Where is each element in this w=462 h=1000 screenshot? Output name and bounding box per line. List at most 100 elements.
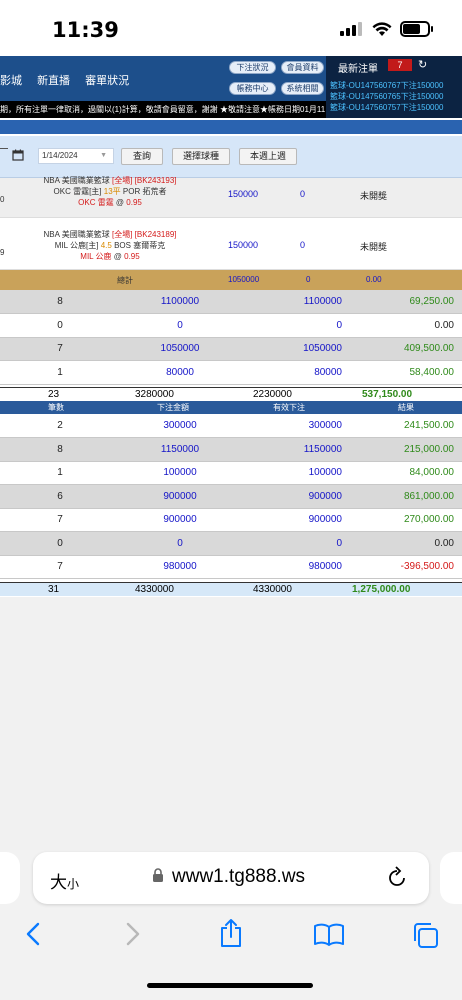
result-cell: 409,500.00 (350, 337, 462, 361)
table-row[interactable]: 1 80000 80000 58,400.00 (0, 360, 462, 385)
table-row[interactable]: 6 900000 900000 861,000.00 (0, 484, 462, 509)
total-valid: 4330000 (253, 584, 292, 595)
tabs-icon[interactable] (411, 921, 441, 949)
valid-cell: 0 (240, 313, 350, 338)
bet-cell: 1150000 (120, 437, 240, 462)
total-bet: 4330000 (135, 584, 174, 595)
count-cell: 6 (0, 484, 120, 509)
text-size-large: 大 (50, 873, 67, 892)
result-cell: 861,000.00 (350, 484, 462, 509)
announcement-marquee: 期，所有注單一律取消，過關以(1)計算，敬請會員留意，謝謝 ★敬請注意★帳務日期… (0, 101, 326, 118)
bookmarks-icon[interactable] (313, 922, 345, 946)
page-blank-area (0, 597, 462, 850)
system-button[interactable]: 系統相關 (281, 82, 324, 95)
url-text[interactable]: www1.tg888.ws (172, 866, 305, 888)
account-center-button[interactable]: 帳務中心 (229, 82, 276, 95)
prev-tab-preview[interactable] (0, 852, 20, 904)
result-cell: 84,000.00 (350, 461, 462, 485)
valid-cell: 900000 (240, 484, 350, 509)
result-cell: 0.00 (350, 313, 462, 338)
latest-bets-count-badge: 7 (388, 59, 412, 71)
odds: 0.95 (126, 198, 142, 207)
table-row[interactable]: 7 1050000 1050000 409,500.00 (0, 337, 462, 361)
refresh-icon[interactable]: ↻ (418, 58, 427, 71)
latest-bet-item[interactable]: 籃球-OU147560765下注150000 (330, 91, 462, 102)
table-row[interactable]: 8 1150000 1150000 215,000.00 (0, 437, 462, 462)
table1-total-row: 23 3280000 2230000 537,150.00 (0, 387, 462, 401)
site-nav: 影城 新直播 審單狀況 (0, 72, 141, 88)
home-team: MIL 公鹿[主] (54, 241, 99, 250)
result-cell: 215,000.00 (350, 437, 462, 462)
back-icon[interactable] (26, 922, 40, 946)
away-team: BOS 塞爾蒂克 (114, 241, 166, 250)
bet-result: 未開獎 (360, 191, 388, 201)
latest-bets-title: 最新注單 (338, 64, 378, 75)
total-result: 1,275,000.00 (352, 584, 411, 595)
text-size-button[interactable]: 大小 (50, 868, 79, 893)
valid-cell: 1100000 (240, 290, 350, 314)
count-cell: 8 (0, 290, 120, 314)
odds: 0.95 (124, 252, 140, 261)
query-button[interactable]: 查詢 (121, 148, 163, 165)
reload-icon[interactable] (388, 866, 408, 888)
section-divider (0, 120, 462, 134)
bet-result: 未開獎 (360, 242, 388, 252)
date-select[interactable]: 1/14/2024 ▼ (38, 148, 114, 164)
signal-icon (340, 22, 362, 36)
chevron-down-icon: ▼ (100, 152, 107, 159)
bet-win: 0 (300, 189, 306, 199)
table-row[interactable]: 0 0 0 0.00 (0, 313, 462, 338)
away-team: POR 拓荒者 (122, 187, 167, 196)
forward-icon[interactable] (126, 922, 140, 946)
table-row[interactable]: 7 980000 980000 -396,500.00 (0, 555, 462, 579)
table-row[interactable]: 1 100000 100000 84,000.00 (0, 461, 462, 485)
nav-item-live[interactable]: 新直播 (37, 75, 70, 87)
table2-header: 筆數 下注金額 有效下注 結果 (0, 401, 462, 414)
pick-team: MIL 公鹿 (80, 252, 112, 261)
bet-cell: 980000 (120, 555, 240, 579)
count-cell: 2 (0, 414, 120, 438)
subtotal-label: 總計 (117, 276, 133, 285)
share-icon[interactable] (218, 918, 244, 948)
latest-bet-item[interactable]: 籃球-OU147560767下注150000 (330, 80, 462, 91)
nav-item-review[interactable]: 審單狀況 (85, 75, 129, 87)
league-name: NBA 美國職業籃球 (43, 176, 110, 185)
status-time: 11:39 (52, 18, 119, 42)
table-row[interactable]: 2 300000 300000 241,500.00 (0, 414, 462, 438)
result-cell: 58,400.00 (350, 360, 462, 385)
valid-cell: 1050000 (240, 337, 350, 361)
valid-cell: 900000 (240, 508, 350, 532)
header-result: 結果 (398, 403, 414, 412)
count-cell: 1 (0, 461, 120, 485)
this-week-button[interactable]: 本週上週 (239, 148, 297, 165)
pick-team: OKC 雷霆 (78, 198, 114, 207)
valid-cell: 0 (240, 531, 350, 556)
bet-amount: 150000 (228, 240, 259, 250)
member-info-button[interactable]: 會員資料 (281, 61, 324, 74)
bet-cell: 1100000 (120, 290, 240, 314)
table-row[interactable]: 8 1100000 1100000 69,250.00 (0, 290, 462, 314)
table2-total-row: 31 4330000 4330000 1,275,000.00 (0, 582, 462, 596)
total-valid: 2230000 (253, 389, 292, 400)
nav-item-cinema[interactable]: 影城 (0, 75, 22, 87)
count-cell: 0 (0, 531, 120, 556)
wifi-icon (372, 22, 392, 36)
bet-status-button[interactable]: 下注狀況 (229, 61, 276, 74)
subtotal-amount: 1050000 (228, 275, 260, 284)
text-size-small: 小 (67, 877, 80, 891)
valid-cell: 980000 (240, 555, 350, 579)
latest-bet-item[interactable]: 籃球-OU147560757下注150000 (330, 102, 462, 113)
total-bet: 3280000 (135, 389, 174, 400)
bet-type-tag: [全場] (111, 176, 133, 185)
calendar-icon[interactable] (12, 149, 24, 161)
next-tab-preview[interactable] (440, 852, 462, 904)
table-row[interactable]: 0 0 0 0.00 (0, 531, 462, 556)
subtotal-row: 總計 1050000 0 0.00 (0, 270, 462, 290)
total-result: 537,150.00 (362, 389, 413, 400)
count-cell: 0 (0, 313, 120, 338)
valid-cell: 300000 (240, 414, 350, 438)
bet-code: [BK243189] (134, 230, 177, 239)
select-sport-button[interactable]: 選擇球種 (172, 148, 230, 165)
table-row[interactable]: 7 900000 900000 270,000.00 (0, 508, 462, 532)
home-team: OKC 雷霆[主] (53, 187, 102, 196)
